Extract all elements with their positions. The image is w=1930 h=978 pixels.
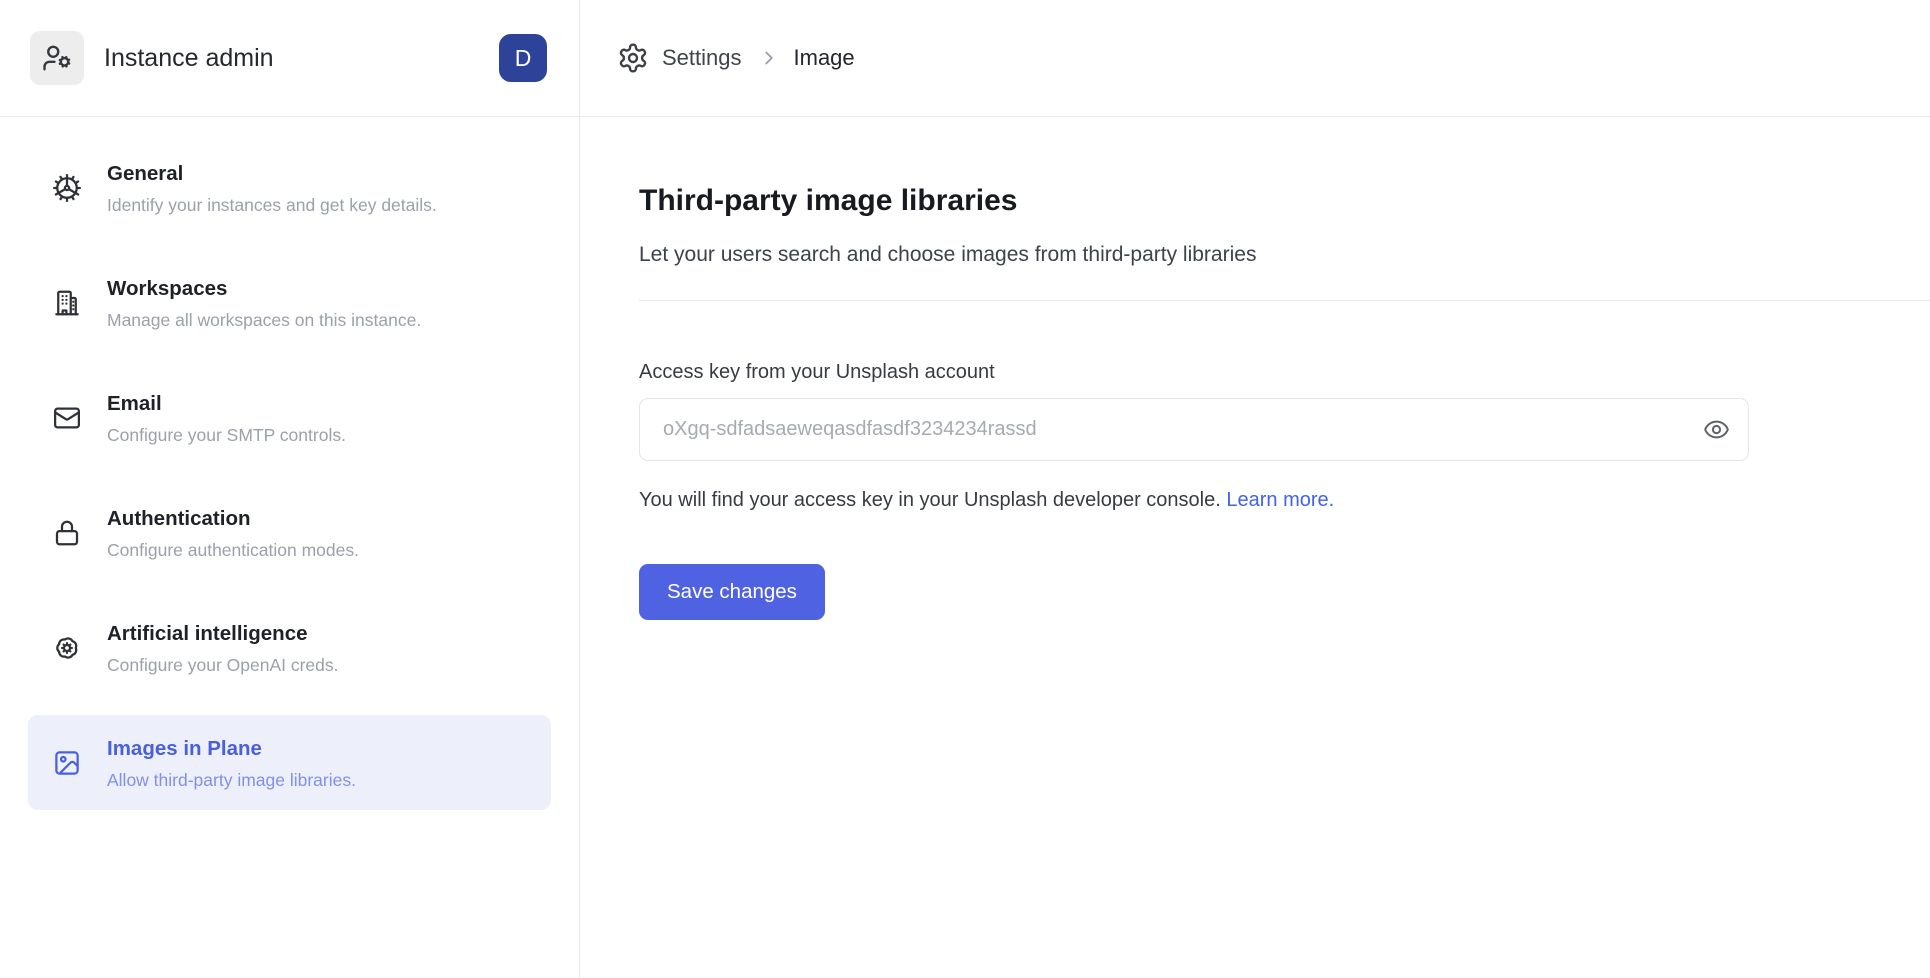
user-cog-icon: [30, 31, 84, 85]
sidebar-item-description: Identify your instances and get key deta…: [107, 194, 437, 216]
image-icon: [52, 748, 82, 778]
sidebar-item-label: Artificial intelligence: [107, 620, 339, 647]
sidebar-item-label: Images in Plane: [107, 735, 356, 762]
building-icon: [52, 288, 82, 318]
lock-icon: [52, 518, 82, 548]
sidebar-item-description: Configure your SMTP controls.: [107, 424, 346, 446]
sidebar-item-general[interactable]: General Identify your instances and get …: [28, 140, 551, 235]
learn-more-link[interactable]: Learn more.: [1226, 489, 1334, 511]
sidebar-item-authentication[interactable]: Authentication Configure authentication …: [28, 485, 551, 580]
sidebar-item-description: Configure authentication modes.: [107, 539, 359, 561]
settings-gear-icon: [617, 42, 649, 74]
sidebar-item-label: Workspaces: [107, 275, 421, 302]
breadcrumb-image: Image: [794, 45, 855, 71]
sidebar-item-label: Authentication: [107, 505, 359, 532]
access-key-input[interactable]: [639, 398, 1749, 461]
sidebar-item-email[interactable]: Email Configure your SMTP controls.: [28, 370, 551, 465]
access-key-label: Access key from your Unsplash account: [639, 360, 1930, 384]
page-subtitle: Let your users search and choose images …: [639, 242, 1930, 268]
cog-icon: [52, 173, 82, 203]
page-title: Third-party image libraries: [639, 183, 1930, 219]
save-changes-button[interactable]: Save changes: [639, 564, 825, 620]
main-area: Settings Image Third-party image librari…: [580, 0, 1930, 978]
sidebar-nav: General Identify your instances and get …: [0, 117, 579, 830]
sidebar-item-description: Configure your OpenAI creds.: [107, 654, 339, 676]
user-avatar[interactable]: D: [499, 34, 547, 82]
brain-cog-icon: [52, 633, 82, 663]
mail-icon: [52, 403, 82, 433]
sidebar-item-workspaces[interactable]: Workspaces Manage all workspaces on this…: [28, 255, 551, 350]
instance-admin-app: Instance admin D General Identify your i…: [0, 0, 1930, 978]
access-key-field-wrap: [639, 398, 1749, 461]
sidebar-item-artificial-intelligence[interactable]: Artificial intelligence Configure your O…: [28, 600, 551, 695]
image-settings-panel: Third-party image libraries Let your use…: [580, 117, 1930, 620]
sidebar: Instance admin D General Identify your i…: [0, 0, 580, 978]
sidebar-item-images-in-plane[interactable]: Images in Plane Allow third-party image …: [28, 715, 551, 810]
sidebar-item-description: Allow third-party image libraries.: [107, 769, 356, 791]
sidebar-item-description: Manage all workspaces on this instance.: [107, 309, 421, 331]
sidebar-item-label: General: [107, 160, 437, 187]
sidebar-header: Instance admin D: [0, 0, 579, 117]
toggle-visibility-button[interactable]: [1701, 415, 1731, 445]
sidebar-item-label: Email: [107, 390, 346, 417]
breadcrumb: Settings Image: [580, 0, 1930, 117]
chevron-right-icon: [758, 47, 780, 69]
app-title: Instance admin: [104, 44, 499, 73]
breadcrumb-settings[interactable]: Settings: [662, 45, 742, 71]
eye-icon: [1703, 416, 1730, 443]
helper-text: You will find your access key in your Un…: [639, 488, 1930, 513]
section-divider: [639, 300, 1930, 301]
helper-text-body: You will find your access key in your Un…: [639, 489, 1221, 511]
